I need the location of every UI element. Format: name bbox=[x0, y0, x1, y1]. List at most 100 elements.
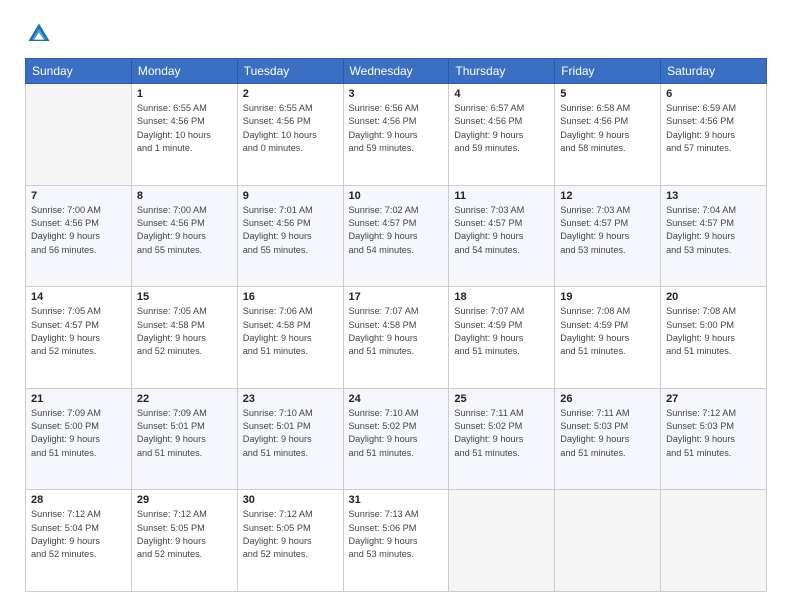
week-row-3: 14 Sunrise: 7:05 AM Sunset: 4:57 PM Dayli… bbox=[26, 287, 767, 389]
week-row-2: 7 Sunrise: 7:00 AM Sunset: 4:56 PM Daylig… bbox=[26, 185, 767, 287]
day-number: 31 bbox=[349, 494, 444, 506]
day-cell: 15Sunrise: 7:05 AM Sunset: 4:58 PM Dayli… bbox=[131, 287, 237, 389]
weekday-header-monday: Monday bbox=[131, 59, 237, 84]
day-info: Sunrise: 6:55 AM Sunset: 4:56 PM Dayligh… bbox=[137, 102, 232, 155]
day-info: Sunrise: 7:03 AM Sunset: 4:57 PM Dayligh… bbox=[454, 204, 549, 257]
week-row-4: 21 Sunrise: 7:09 AM Sunset: 5:00 PM Dayli… bbox=[26, 388, 767, 490]
day-cell: 18Sunrise: 7:07 AM Sunset: 4:59 PM Dayli… bbox=[449, 287, 555, 389]
day-cell: 22Sunrise: 7:09 AM Sunset: 5:01 PM Dayli… bbox=[131, 388, 237, 490]
day-cell bbox=[449, 490, 555, 592]
day-number: 8 bbox=[137, 190, 232, 202]
day-info: Sunrise: 7:11 AM Sunset: 5:03 PM Dayligh… bbox=[560, 407, 655, 460]
day-cell: 21 Sunrise: 7:09 AM Sunset: 5:00 PM Dayli… bbox=[26, 388, 132, 490]
day-info: Sunrise: 7:08 AM Sunset: 4:59 PM Dayligh… bbox=[560, 305, 655, 358]
day-number: 25 bbox=[454, 393, 549, 405]
day-info: Sunrise: 7:06 AM Sunset: 4:58 PM Dayligh… bbox=[243, 305, 338, 358]
day-cell: 3 Sunrise: 6:56 AM Sunset: 4:56 PM Daylig… bbox=[343, 84, 449, 186]
calendar-table: SundayMondayTuesdayWednesdayThursdayFrid… bbox=[25, 58, 767, 592]
day-number: 20 bbox=[666, 291, 761, 303]
day-number: 6 bbox=[666, 88, 761, 100]
day-number: 17 bbox=[349, 291, 444, 303]
day-number: 19 bbox=[560, 291, 655, 303]
day-number: 21 bbox=[31, 393, 126, 405]
weekday-header-wednesday: Wednesday bbox=[343, 59, 449, 84]
day-number: 4 bbox=[454, 88, 549, 100]
day-number: 12 bbox=[560, 190, 655, 202]
day-cell: 17 Sunrise: 7:07 AM Sunset: 4:58 PM Dayli… bbox=[343, 287, 449, 389]
day-number: 26 bbox=[560, 393, 655, 405]
day-number: 7 bbox=[31, 190, 126, 202]
day-cell: 7 Sunrise: 7:00 AM Sunset: 4:56 PM Daylig… bbox=[26, 185, 132, 287]
logo-icon bbox=[25, 20, 53, 48]
day-number: 22 bbox=[137, 393, 232, 405]
day-number: 18 bbox=[454, 291, 549, 303]
day-number: 30 bbox=[243, 494, 338, 506]
day-cell bbox=[555, 490, 661, 592]
day-info: Sunrise: 7:13 AM Sunset: 5:06 PM Dayligh… bbox=[349, 508, 444, 561]
week-row-5: 28 Sunrise: 7:12 AM Sunset: 5:04 PM Dayli… bbox=[26, 490, 767, 592]
day-number: 23 bbox=[243, 393, 338, 405]
day-info: Sunrise: 7:12 AM Sunset: 5:05 PM Dayligh… bbox=[137, 508, 232, 561]
day-number: 24 bbox=[349, 393, 444, 405]
day-cell: 1 Sunrise: 6:55 AM Sunset: 4:56 PM Daylig… bbox=[131, 84, 237, 186]
day-info: Sunrise: 7:04 AM Sunset: 4:57 PM Dayligh… bbox=[666, 204, 761, 257]
day-info: Sunrise: 6:59 AM Sunset: 4:56 PM Dayligh… bbox=[666, 102, 761, 155]
day-number: 11 bbox=[454, 190, 549, 202]
day-info: Sunrise: 7:10 AM Sunset: 5:01 PM Dayligh… bbox=[243, 407, 338, 460]
day-info: Sunrise: 7:05 AM Sunset: 4:57 PM Dayligh… bbox=[31, 305, 126, 358]
day-cell: 12 Sunrise: 7:03 AM Sunset: 4:57 PM Dayli… bbox=[555, 185, 661, 287]
day-info: Sunrise: 7:12 AM Sunset: 5:05 PM Dayligh… bbox=[243, 508, 338, 561]
day-info: Sunrise: 6:56 AM Sunset: 4:56 PM Dayligh… bbox=[349, 102, 444, 155]
day-cell bbox=[661, 490, 767, 592]
day-cell: 20Sunrise: 7:08 AM Sunset: 5:00 PM Dayli… bbox=[661, 287, 767, 389]
day-number: 2 bbox=[243, 88, 338, 100]
day-info: Sunrise: 7:03 AM Sunset: 4:57 PM Dayligh… bbox=[560, 204, 655, 257]
day-info: Sunrise: 7:12 AM Sunset: 5:04 PM Dayligh… bbox=[31, 508, 126, 561]
day-cell: 2Sunrise: 6:55 AM Sunset: 4:56 PM Daylig… bbox=[237, 84, 343, 186]
weekday-header-thursday: Thursday bbox=[449, 59, 555, 84]
day-number: 29 bbox=[137, 494, 232, 506]
day-number: 27 bbox=[666, 393, 761, 405]
day-info: Sunrise: 7:01 AM Sunset: 4:56 PM Dayligh… bbox=[243, 204, 338, 257]
day-cell: 9 Sunrise: 7:01 AM Sunset: 4:56 PM Daylig… bbox=[237, 185, 343, 287]
day-info: Sunrise: 7:12 AM Sunset: 5:03 PM Dayligh… bbox=[666, 407, 761, 460]
day-cell bbox=[26, 84, 132, 186]
day-cell: 30 Sunrise: 7:12 AM Sunset: 5:05 PM Dayli… bbox=[237, 490, 343, 592]
page: SundayMondayTuesdayWednesdayThursdayFrid… bbox=[0, 0, 792, 612]
day-cell: 8 Sunrise: 7:00 AM Sunset: 4:56 PM Daylig… bbox=[131, 185, 237, 287]
day-info: Sunrise: 7:00 AM Sunset: 4:56 PM Dayligh… bbox=[31, 204, 126, 257]
day-info: Sunrise: 6:58 AM Sunset: 4:56 PM Dayligh… bbox=[560, 102, 655, 155]
day-cell: 27 Sunrise: 7:12 AM Sunset: 5:03 PM Dayli… bbox=[661, 388, 767, 490]
weekday-header-sunday: Sunday bbox=[26, 59, 132, 84]
weekday-header-friday: Friday bbox=[555, 59, 661, 84]
day-number: 3 bbox=[349, 88, 444, 100]
day-info: Sunrise: 7:02 AM Sunset: 4:57 PM Dayligh… bbox=[349, 204, 444, 257]
day-cell: 26 Sunrise: 7:11 AM Sunset: 5:03 PM Dayli… bbox=[555, 388, 661, 490]
day-cell: 29 Sunrise: 7:12 AM Sunset: 5:05 PM Dayli… bbox=[131, 490, 237, 592]
day-cell: 28 Sunrise: 7:12 AM Sunset: 5:04 PM Dayli… bbox=[26, 490, 132, 592]
day-number: 28 bbox=[31, 494, 126, 506]
day-cell: 6 Sunrise: 6:59 AM Sunset: 4:56 PM Daylig… bbox=[661, 84, 767, 186]
day-cell: 14 Sunrise: 7:05 AM Sunset: 4:57 PM Dayli… bbox=[26, 287, 132, 389]
day-cell: 24Sunrise: 7:10 AM Sunset: 5:02 PM Dayli… bbox=[343, 388, 449, 490]
day-number: 5 bbox=[560, 88, 655, 100]
day-number: 14 bbox=[31, 291, 126, 303]
day-cell: 16 Sunrise: 7:06 AM Sunset: 4:58 PM Dayli… bbox=[237, 287, 343, 389]
weekday-header-saturday: Saturday bbox=[661, 59, 767, 84]
day-cell: 25 Sunrise: 7:11 AM Sunset: 5:02 PM Dayli… bbox=[449, 388, 555, 490]
logo bbox=[25, 20, 57, 48]
day-info: Sunrise: 7:09 AM Sunset: 5:00 PM Dayligh… bbox=[31, 407, 126, 460]
day-cell: 31 Sunrise: 7:13 AM Sunset: 5:06 PM Dayli… bbox=[343, 490, 449, 592]
weekday-header-tuesday: Tuesday bbox=[237, 59, 343, 84]
day-number: 1 bbox=[137, 88, 232, 100]
day-number: 10 bbox=[349, 190, 444, 202]
day-number: 16 bbox=[243, 291, 338, 303]
day-info: Sunrise: 7:07 AM Sunset: 4:58 PM Dayligh… bbox=[349, 305, 444, 358]
day-number: 9 bbox=[243, 190, 338, 202]
weekday-header-row: SundayMondayTuesdayWednesdayThursdayFrid… bbox=[26, 59, 767, 84]
day-info: Sunrise: 7:11 AM Sunset: 5:02 PM Dayligh… bbox=[454, 407, 549, 460]
day-info: Sunrise: 7:00 AM Sunset: 4:56 PM Dayligh… bbox=[137, 204, 232, 257]
day-info: Sunrise: 7:05 AM Sunset: 4:58 PM Dayligh… bbox=[137, 305, 232, 358]
week-row-1: 1 Sunrise: 6:55 AM Sunset: 4:56 PM Daylig… bbox=[26, 84, 767, 186]
day-info: Sunrise: 6:57 AM Sunset: 4:56 PM Dayligh… bbox=[454, 102, 549, 155]
